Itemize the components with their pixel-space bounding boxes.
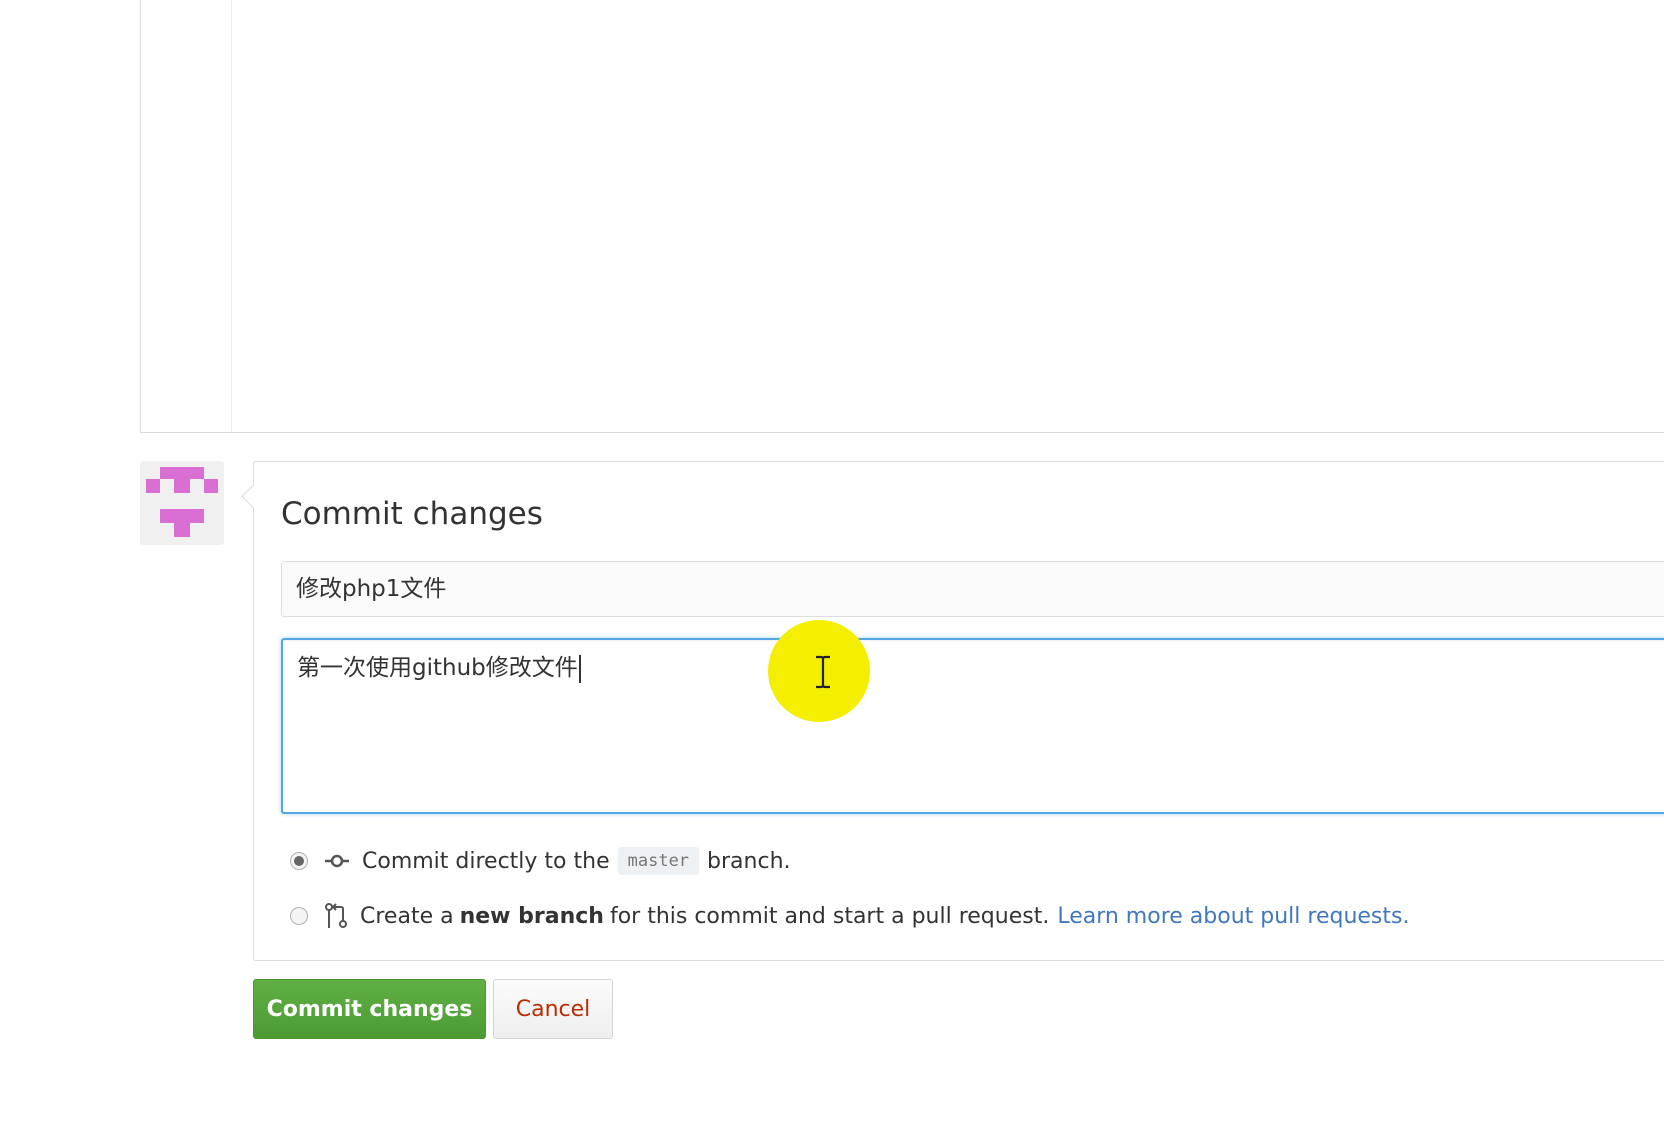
- commit-summary-value: 修改php1文件: [296, 576, 447, 602]
- new-branch-suffix: for this commit and start a pull request…: [609, 903, 1050, 929]
- commit-direct-prefix: Commit directly to the: [362, 848, 610, 874]
- identicon-avatar-icon: [146, 467, 218, 537]
- pull-requests-help-link[interactable]: Learn more about pull requests.: [1057, 904, 1409, 929]
- page: Commit changes 修改php1文件 第一次使用github修改文件 …: [0, 0, 1664, 1133]
- new-branch-radio[interactable]: [290, 907, 308, 925]
- commit-heading: Commit changes: [281, 496, 543, 532]
- git-pull-request-icon: [324, 903, 348, 929]
- file-editor[interactable]: [140, 0, 1664, 433]
- commit-summary-input[interactable]: 修改php1文件: [281, 561, 1664, 617]
- branch-name-badge: master: [617, 847, 700, 875]
- commit-description-textarea[interactable]: 第一次使用github修改文件: [281, 638, 1664, 814]
- git-commit-icon: [324, 853, 350, 869]
- commit-direct-suffix: branch.: [707, 848, 791, 874]
- cancel-button[interactable]: Cancel: [493, 979, 613, 1039]
- commit-direct-option[interactable]: Commit directly to the master branch.: [290, 845, 791, 877]
- new-branch-prefix: Create a: [360, 903, 454, 929]
- editor-line-gutter: [141, 0, 232, 432]
- commit-form: Commit changes 修改php1文件 第一次使用github修改文件 …: [241, 461, 1664, 961]
- commit-description-value: 第一次使用github修改文件: [297, 655, 578, 681]
- text-cursor-icon: [813, 655, 833, 693]
- avatar: [140, 461, 224, 545]
- panel-pointer: [241, 484, 266, 509]
- new-branch-option[interactable]: Create a new branch for this commit and …: [290, 900, 1409, 932]
- commit-direct-radio[interactable]: [290, 852, 308, 870]
- text-caret: [578, 654, 581, 683]
- commit-changes-button[interactable]: Commit changes: [253, 979, 486, 1039]
- new-branch-bold: new branch: [459, 903, 604, 929]
